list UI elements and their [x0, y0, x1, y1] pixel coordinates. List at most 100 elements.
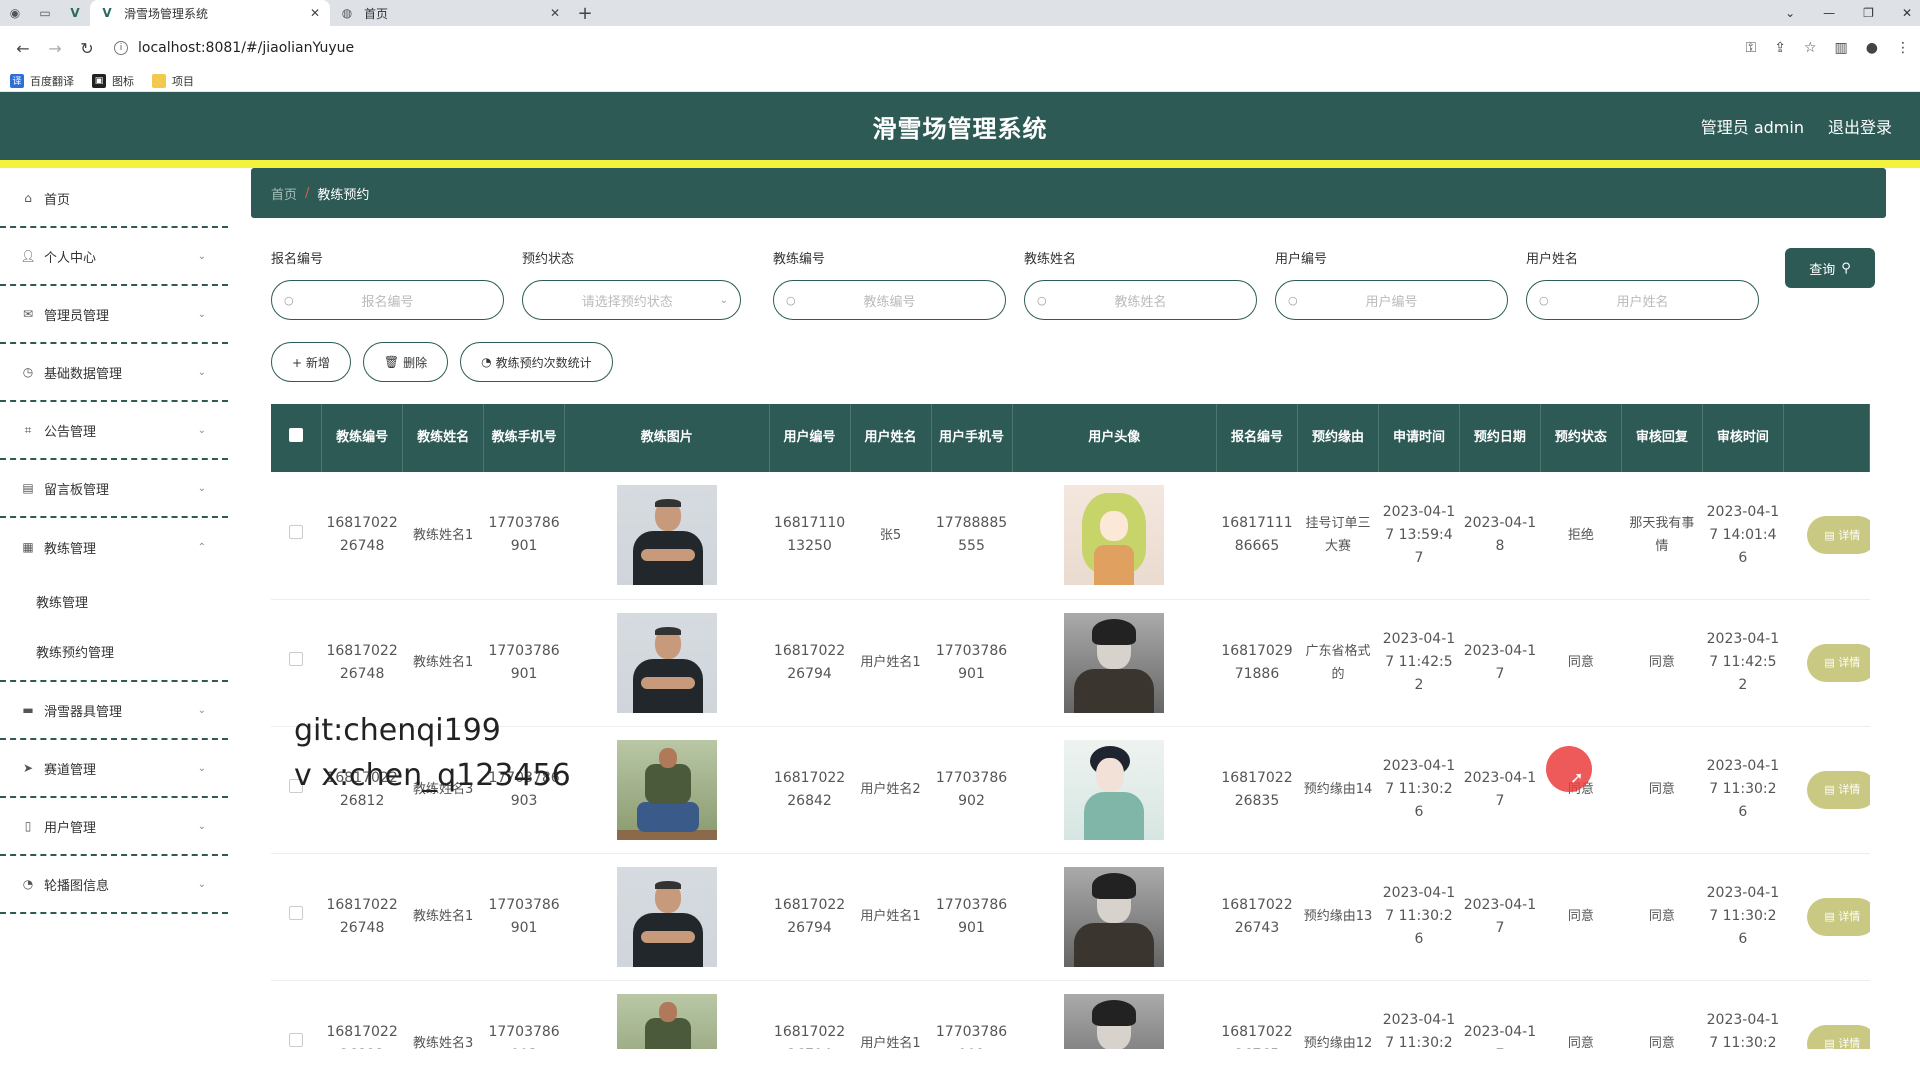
table-row[interactable]: 1681702226748 教练姓名1 17703786901 16817110132… — [271, 472, 1870, 600]
user-avatar[interactable] — [1064, 866, 1165, 967]
table-row[interactable]: 1681702226748 教练姓名1 17703786901 16817022267… — [271, 853, 1870, 981]
column-header[interactable]: 报名编号 — [1216, 404, 1298, 472]
tab-mini-3[interactable]: V — [60, 0, 90, 26]
add-button[interactable]: + 新增 — [271, 342, 351, 382]
bookmark-item[interactable]: 译 百度翻译 — [10, 73, 74, 89]
coach-photo[interactable] — [616, 612, 717, 713]
column-header[interactable]: 审核回复 — [1621, 404, 1703, 472]
bookmark-item[interactable]: 项目 — [152, 73, 194, 89]
row-select-cell[interactable] — [271, 472, 322, 600]
star-icon[interactable]: ☆ — [1804, 40, 1817, 56]
sidebar-item-message[interactable]: ▤ 留言板管理 ⌄ — [0, 460, 228, 518]
coach-photo[interactable] — [616, 739, 717, 840]
breadcrumb-home[interactable]: 首页 — [271, 184, 297, 203]
column-header[interactable]: 教练图片 — [564, 404, 770, 472]
stats-button[interactable]: ◔ 教练预约次数统计 — [460, 342, 613, 382]
profile-icon[interactable]: ● — [1866, 40, 1878, 56]
browser-tab[interactable]: ◍ 首页 ✕ — [330, 0, 570, 26]
restore-icon[interactable]: ❐ — [1863, 6, 1874, 20]
detail-button[interactable]: ▤ 详情 — [1807, 643, 1870, 682]
select-all-cell[interactable] — [271, 404, 323, 472]
column-header[interactable]: 审核时间 — [1702, 404, 1784, 472]
table-row[interactable]: 1681702226748 教练姓名1 17703786901 16817022267… — [271, 599, 1870, 727]
key-icon[interactable]: ⚿ — [1746, 40, 1757, 56]
bookmark-item[interactable]: ▣ 图标 — [92, 73, 134, 89]
cell-review-time: 2023-04-17 11:30:26 — [1702, 853, 1784, 981]
coach-photo[interactable] — [616, 993, 717, 1049]
coach-photo[interactable] — [616, 485, 717, 586]
tab-mini-1[interactable]: ◉ — [0, 0, 30, 26]
minimize-icon[interactable]: — — [1823, 6, 1835, 20]
close-icon[interactable]: ✕ — [550, 6, 560, 20]
column-header[interactable]: 用户头像 — [1012, 404, 1217, 472]
reload-icon[interactable]: ↻ — [74, 35, 100, 61]
user-avatar[interactable] — [1064, 739, 1165, 840]
user-avatar[interactable] — [1064, 612, 1165, 713]
column-header[interactable]: 用户编号 — [769, 404, 851, 472]
sidebar-item-track[interactable]: ➤ 赛道管理 ⌄ — [0, 740, 228, 798]
row-checkbox[interactable] — [289, 652, 304, 666]
sidebar-item-basedata[interactable]: ◷ 基础数据管理 ⌄ — [0, 344, 228, 402]
column-header[interactable]: 预约日期 — [1459, 404, 1541, 472]
user-avatar[interactable] — [1064, 485, 1165, 586]
user-name-input[interactable]: ○ 用户姓名 — [1526, 280, 1759, 320]
sidepanel-icon[interactable]: ▥ — [1835, 40, 1848, 56]
forward-icon[interactable]: → — [42, 35, 68, 61]
menu-icon[interactable]: ⋮ — [1896, 40, 1910, 56]
share-icon[interactable]: ⇪ — [1774, 40, 1786, 56]
chevron-up-icon: ⌃ — [197, 541, 206, 553]
row-select-cell[interactable] — [271, 599, 322, 727]
detail-button[interactable]: ▤ 详情 — [1807, 770, 1870, 809]
row-select-cell[interactable] — [271, 980, 322, 1049]
sidebar-subitem-coach-manage[interactable]: 教练管理 — [0, 576, 228, 626]
row-checkbox[interactable] — [289, 524, 304, 539]
column-header[interactable]: 申请时间 — [1378, 404, 1460, 472]
sidebar-item-coach[interactable]: ▦ 教练管理 ⌃ — [0, 518, 228, 576]
select-all-checkbox[interactable] — [289, 427, 304, 442]
search-icon: ○ — [1539, 293, 1549, 307]
close-icon[interactable]: ✕ — [310, 6, 320, 20]
column-header[interactable]: 预约缘由 — [1297, 404, 1379, 472]
sidebar-subitem-coach-booking[interactable]: 教练预约管理 — [0, 626, 228, 676]
sidebar-item-users[interactable]: ▯ 用户管理 ⌄ — [0, 798, 228, 856]
sidebar-item-notice[interactable]: ⌗ 公告管理 ⌄ — [0, 402, 228, 460]
logout-link[interactable]: 退出登录 — [1828, 114, 1892, 138]
browser-tab-active[interactable]: V 滑雪场管理系统 ✕ — [90, 0, 330, 26]
query-button[interactable]: 查询 ⚲ — [1785, 248, 1875, 288]
detail-button[interactable]: ▤ 详情 — [1807, 897, 1870, 936]
column-header[interactable]: 用户手机号 — [931, 404, 1013, 472]
new-tab-button[interactable]: + — [570, 0, 600, 26]
sidebar-item-carousel[interactable]: ◔ 轮播图信息 ⌄ — [0, 856, 228, 914]
column-header[interactable]: 用户姓名 — [850, 404, 932, 472]
column-header[interactable]: 教练姓名 — [402, 404, 485, 472]
row-checkbox[interactable] — [289, 1033, 304, 1047]
column-header[interactable]: 预约状态 — [1540, 404, 1622, 472]
row-select-cell[interactable] — [271, 853, 322, 981]
delete-button[interactable]: 🗑︎ 删除 — [362, 342, 449, 382]
coach-photo[interactable] — [616, 866, 717, 967]
tab-mini-2[interactable]: ▭ — [30, 0, 60, 26]
column-header[interactable]: 教练手机号 — [483, 404, 566, 472]
column-header[interactable]: 教练编号 — [321, 404, 404, 472]
sidebar-item-equipment[interactable]: ▬ 滑雪器具管理 ⌄ — [0, 682, 228, 740]
detail-button[interactable]: ▤ 详情 — [1807, 1024, 1870, 1049]
apply-no-input[interactable]: ○ 报名编号 — [271, 280, 504, 320]
user-no-input[interactable]: ○ 用户编号 — [1275, 280, 1508, 320]
coach-name-input[interactable]: ○ 教练姓名 — [1024, 280, 1257, 320]
back-icon[interactable]: ← — [10, 35, 36, 61]
detail-button[interactable]: ▤ 详情 — [1807, 516, 1870, 555]
table-row[interactable]: 1681702226812教练姓名317703786903 16817022267… — [271, 980, 1870, 1049]
url-field[interactable]: i localhost:8081/#/jiaolianYuyue — [106, 33, 1746, 63]
user-avatar[interactable] — [1064, 993, 1165, 1049]
sidebar-item-home[interactable]: ⌂ 首页 — [0, 170, 228, 228]
status-select[interactable]: 请选择预约状态 ⌄ — [522, 280, 741, 320]
sidebar-item-personal[interactable]: 👤︎ 个人中心 ⌄ — [0, 228, 228, 286]
coach-no-input[interactable]: ○ 教练编号 — [773, 280, 1006, 320]
info-icon[interactable]: i — [114, 41, 128, 55]
sidebar-item-admin[interactable]: ✉ 管理员管理 ⌄ — [0, 286, 228, 344]
sidebar-item-label: 轮播图信息 — [44, 878, 110, 894]
close-window-icon[interactable]: ✕ — [1902, 6, 1912, 20]
cell-reply: 同意 — [1621, 599, 1703, 727]
row-checkbox[interactable] — [289, 906, 304, 920]
chevron-down-icon[interactable]: ⌄ — [1785, 6, 1795, 20]
